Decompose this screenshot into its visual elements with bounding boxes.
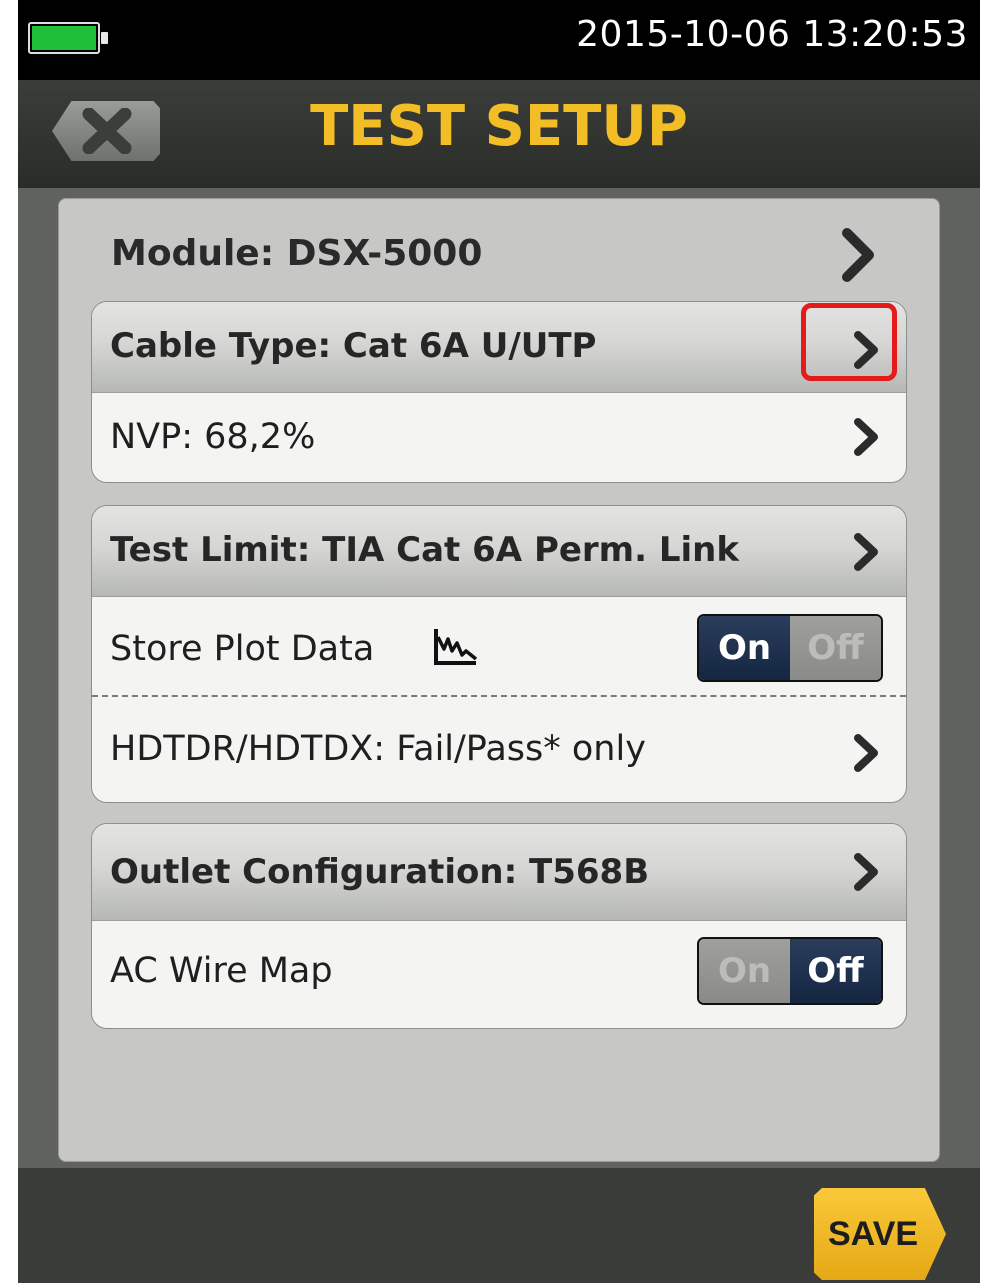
hdtdr-row[interactable]: HDTDR/HDTDX: Fail/Pass* only xyxy=(92,699,906,802)
footer-bar: SAVE xyxy=(18,1168,980,1283)
chevron-right-icon xyxy=(842,228,874,282)
module-label: Module: DSX-5000 xyxy=(111,233,483,274)
outlet-config-group: Outlet Configuration: T568B AC Wire Map … xyxy=(91,823,907,1029)
toggle-on[interactable]: On xyxy=(699,616,790,680)
module-row[interactable]: Module: DSX-5000 xyxy=(59,199,939,299)
store-plot-row: Store Plot Data On Off xyxy=(92,597,906,697)
test-limit-label: Test Limit: TIA Cat 6A Perm. Link xyxy=(110,530,739,570)
test-limit-group: Test Limit: TIA Cat 6A Perm. Link Store … xyxy=(91,505,907,803)
cable-type-label: Cable Type: Cat 6A U/UTP xyxy=(110,326,597,366)
ac-wire-map-toggle[interactable]: On Off xyxy=(697,937,883,1005)
ac-wire-map-label: AC Wire Map xyxy=(110,951,333,991)
toggle-off[interactable]: Off xyxy=(790,616,881,680)
settings-panel: Module: DSX-5000 Cable Type: Cat 6A U/UT… xyxy=(58,198,940,1162)
datetime: 2015-10-06 13:20:53 xyxy=(576,14,968,55)
nvp-label: NVP: 68,2% xyxy=(110,417,316,457)
store-plot-toggle[interactable]: On Off xyxy=(697,614,883,682)
ac-wire-map-row: AC Wire Map On Off xyxy=(92,921,906,1028)
cable-type-group: Cable Type: Cat 6A U/UTP NVP: 68,2% xyxy=(91,301,907,483)
chevron-right-icon xyxy=(854,734,878,772)
status-bar: 2015-10-06 13:20:53 xyxy=(18,0,980,80)
toggle-on[interactable]: On xyxy=(699,939,790,1003)
store-plot-label: Store Plot Data xyxy=(110,629,375,669)
highlight-box xyxy=(801,303,897,381)
save-button[interactable]: SAVE xyxy=(814,1188,946,1280)
chevron-right-icon xyxy=(854,533,878,571)
chevron-right-icon xyxy=(854,418,878,456)
hdtdr-label: HDTDR/HDTDX: Fail/Pass* only xyxy=(110,729,646,769)
test-limit-row[interactable]: Test Limit: TIA Cat 6A Perm. Link xyxy=(92,506,906,597)
device-screen: 2015-10-06 13:20:53 TEST SETUP Module: D… xyxy=(18,0,980,1283)
toggle-off[interactable]: Off xyxy=(790,939,881,1003)
outlet-config-row[interactable]: Outlet Configuration: T568B xyxy=(92,824,906,921)
cable-type-row[interactable]: Cable Type: Cat 6A U/UTP xyxy=(92,302,906,393)
nvp-row[interactable]: NVP: 68,2% xyxy=(92,393,906,482)
save-label: SAVE xyxy=(828,1214,919,1253)
battery-full-icon xyxy=(28,22,108,54)
page-title: TEST SETUP xyxy=(310,94,688,159)
outlet-config-label: Outlet Configuration: T568B xyxy=(110,852,650,892)
plot-icon xyxy=(434,629,478,665)
chevron-right-icon xyxy=(854,853,878,891)
title-bar: TEST SETUP xyxy=(18,80,980,188)
